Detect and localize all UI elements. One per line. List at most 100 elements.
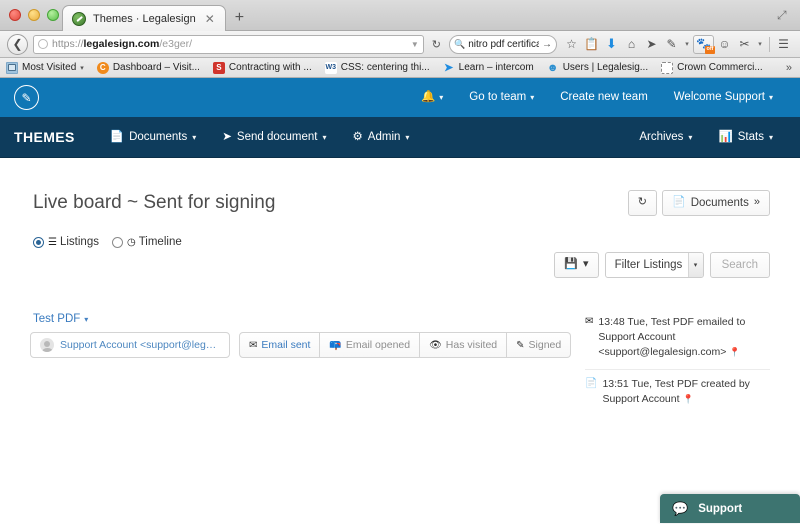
eyedropper-icon[interactable]: ✎ xyxy=(662,35,681,54)
chevron-down-icon[interactable]: ▾ xyxy=(755,35,765,54)
document-name-link[interactable]: Test PDF ▾ xyxy=(30,313,520,325)
activity-feed: ✉ 13:48 Tue, Test PDF emailed to Support… xyxy=(585,308,770,415)
clipboard-icon[interactable]: 📋 xyxy=(582,35,601,54)
nav-item-documents[interactable]: 📄 Documents ▾ xyxy=(97,117,210,158)
bookmark-item[interactable]: C Dashboard – Visit... xyxy=(96,61,207,74)
browser-navbar: ❮ https://legalesign.com/e3ger/ ▼ ↻ 🔍 ni… xyxy=(0,31,800,58)
radio-listings[interactable] xyxy=(33,236,44,248)
nav-item-send-document[interactable]: ➤ Send document ▾ xyxy=(209,117,339,158)
documents-button[interactable]: 📄 Documents » xyxy=(662,190,770,217)
table-row: Support Account <support@legalesig... ✉ … xyxy=(30,332,572,358)
close-icon[interactable]: ✕ xyxy=(203,13,217,25)
create-new-team-link[interactable]: Create new team xyxy=(547,78,661,117)
status-has-visited[interactable]: 👁 Has visited xyxy=(420,332,508,358)
support-chat-widget[interactable]: 💬 Support xyxy=(660,494,800,523)
envelope-icon: ✉ xyxy=(249,339,258,351)
nav-item-stats[interactable]: 📊 Stats ▾ xyxy=(705,117,786,158)
refresh-icon: ↻ xyxy=(637,196,647,209)
pen-icon: ✎ xyxy=(516,339,525,351)
content-area: Live board ~ Sent for signing ☰ Listings… xyxy=(0,158,800,523)
back-arrow-icon[interactable]: ❮ xyxy=(7,33,28,55)
nav-item-label: Archives xyxy=(639,130,684,143)
top-navbar: ✎ 🔔 ▾ Go to team ▾ Create new team Welco… xyxy=(0,78,800,117)
feed-text-value: 13:48 Tue, Test PDF emailed to Support A… xyxy=(598,316,746,359)
recipient-field[interactable]: Support Account <support@legalesig... xyxy=(30,332,230,358)
chevron-down-icon: ▾ xyxy=(768,132,773,142)
search-go-icon[interactable]: → xyxy=(542,39,552,50)
url-host: legalesign.com xyxy=(83,38,160,50)
chevron-down-icon[interactable]: ▾ xyxy=(84,315,88,324)
bookmark-item[interactable]: Crown Commerci... xyxy=(661,61,770,74)
bookmark-item[interactable]: S Contracting with ... xyxy=(212,61,319,74)
save-filter-button[interactable]: 💾 ▾ xyxy=(554,252,599,278)
chevron-down-icon[interactable]: ▼ xyxy=(407,40,419,49)
window-controls[interactable] xyxy=(9,9,59,21)
bookmark-item[interactable]: W3 CSS: centering thi... xyxy=(324,61,437,74)
chevron-down-icon[interactable]: ▾ xyxy=(80,64,84,72)
minimize-window-button[interactable] xyxy=(28,9,40,21)
chevron-down-icon: ▾ xyxy=(530,93,535,102)
bookmark-item[interactable]: ➤ Learn – intercom xyxy=(443,62,541,74)
view-option-timeline[interactable]: ◷ Timeline xyxy=(111,236,182,248)
eye-icon: 👁 xyxy=(429,339,442,351)
fullscreen-icon[interactable]: ⤢ xyxy=(777,8,790,22)
smiley-icon[interactable]: ☺ xyxy=(715,35,734,54)
status-email-opened[interactable]: 📪 Email opened xyxy=(320,332,421,358)
document-title: Test PDF xyxy=(33,313,81,325)
addon-badge-icon[interactable]: 🐾 off xyxy=(693,34,715,54)
list-item[interactable]: 📄 13:51 Tue, Test PDF created by Support… xyxy=(585,370,770,415)
pin-icon[interactable]: ✂ xyxy=(735,35,754,54)
tab-strip: Themes · Legalesign ✕ + xyxy=(62,0,253,31)
support-label: Support xyxy=(698,502,743,515)
url-scheme: https:// xyxy=(52,38,84,50)
browser-tab[interactable]: Themes · Legalesign ✕ xyxy=(62,5,226,31)
user-account-menu[interactable]: Welcome Support ▾ xyxy=(661,78,786,117)
list-item[interactable]: ✉ 13:48 Tue, Test PDF emailed to Support… xyxy=(585,308,770,370)
close-window-button[interactable] xyxy=(9,9,21,21)
chevron-down-icon[interactable]: ▾ xyxy=(687,253,703,277)
status-signed[interactable]: ✎ Signed xyxy=(507,332,572,358)
nav-item-admin[interactable]: ⚙ Admin ▾ xyxy=(339,117,422,158)
go-to-team-menu[interactable]: Go to team ▾ xyxy=(456,78,547,117)
chat-bubble-icon: 💬 xyxy=(672,501,689,516)
location-pin-icon[interactable]: 📍 xyxy=(682,394,693,404)
hamburger-menu-icon[interactable]: ☰ xyxy=(774,35,793,54)
red-s-icon: S xyxy=(212,61,225,74)
location-pin-icon[interactable]: 📍 xyxy=(729,347,740,357)
bookmark-item[interactable]: ☻ Users | Legalesig... xyxy=(547,62,655,74)
save-icon: 💾 xyxy=(564,258,579,271)
home-icon[interactable]: ⌂ xyxy=(622,35,641,54)
bookmark-item[interactable]: Most Visited ▾ xyxy=(6,61,91,74)
orange-circle-icon: C xyxy=(96,61,109,74)
radio-timeline[interactable] xyxy=(111,236,123,248)
star-icon[interactable]: ☆ xyxy=(562,35,581,54)
filter-listings-select[interactable]: Filter Listings ▾ xyxy=(604,252,704,278)
address-bar[interactable]: https://legalesign.com/e3ger/ ▼ xyxy=(33,34,424,54)
search-input-value[interactable]: nitro pdf certificate xyxy=(468,39,539,50)
new-tab-button[interactable]: + xyxy=(226,10,253,30)
avatar xyxy=(40,338,54,352)
bookmarks-overflow-icon[interactable]: » xyxy=(786,62,794,74)
browser-search-box[interactable]: 🔍 nitro pdf certificate → xyxy=(449,34,557,54)
pen-circle-logo[interactable]: ✎ xyxy=(14,85,39,110)
maximize-window-button[interactable] xyxy=(47,9,59,21)
download-icon[interactable]: ⬇ xyxy=(602,35,621,54)
search-button[interactable]: Search xyxy=(709,252,770,278)
bookmarks-bar: Most Visited ▾ C Dashboard – Visit... S … xyxy=(0,58,800,78)
nav-item-archives[interactable]: Archives ▾ xyxy=(626,117,705,158)
paper-plane-icon[interactable]: ➤ xyxy=(642,35,661,54)
content-container: Live board ~ Sent for signing ☰ Listings… xyxy=(30,190,770,405)
refresh-button[interactable]: ↻ xyxy=(627,190,657,217)
site-brand[interactable]: THEMES xyxy=(14,129,97,145)
reload-icon[interactable]: ↻ xyxy=(429,38,444,51)
browser-window: Themes · Legalesign ✕ + ⤢ ❮ https://lega… xyxy=(0,0,800,524)
clock-icon: ◷ xyxy=(126,236,136,248)
bookmark-label: Crown Commerci... xyxy=(677,62,763,73)
chevron-down-icon[interactable]: ▾ xyxy=(682,35,692,54)
chevron-down-icon: ▾ xyxy=(192,132,197,142)
chevron-down-icon: ▾ xyxy=(439,93,444,102)
view-option-listings[interactable]: ☰ Listings xyxy=(33,236,99,248)
w3c-icon: W3 xyxy=(324,61,337,74)
status-email-sent[interactable]: ✉ Email sent xyxy=(239,332,321,358)
notifications-menu[interactable]: 🔔 ▾ xyxy=(408,78,456,117)
